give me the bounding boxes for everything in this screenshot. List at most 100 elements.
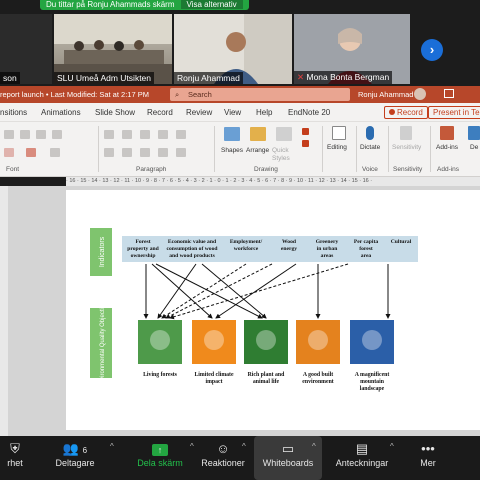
indicator-cell: Wood energy [281,239,297,252]
chevron-up-icon[interactable]: ^ [390,442,394,451]
participants-icon: 👥 [62,441,80,456]
highlight-icon[interactable] [4,148,14,157]
chevron-up-icon[interactable]: ^ [110,442,114,451]
line-spacing-icon[interactable] [158,130,168,139]
participant-name: SLU Umeå Adm Utsikten [54,72,155,84]
ribbon-divider [388,126,389,172]
ribbon-divider [322,126,323,172]
tab-animations[interactable]: Animations [41,108,81,117]
objective-symbol [150,330,170,350]
shape-outline-icon[interactable] [302,140,309,147]
video-tile[interactable]: ✕ Mona Bonta Bergman [294,14,410,84]
ribbon: Font Paragraph Shapes Arrange Quick Styl… [0,122,480,177]
tab-help[interactable]: Help [256,108,272,117]
italic-icon[interactable] [20,130,30,139]
objective-tile: A good built environment [296,320,340,385]
tab-slide-show[interactable]: Slide Show [95,108,135,117]
shapes-button[interactable]: Shapes [221,147,243,154]
more-button[interactable]: ••• Mer [408,436,448,480]
shapes-icon[interactable] [224,127,240,141]
align-center-icon[interactable] [122,148,132,157]
group-label-add-ins: Add-ins [437,166,460,173]
objective-tile: Limited climate impact [192,320,236,385]
dictate-button[interactable]: Dictate [360,144,380,151]
chevron-up-icon[interactable]: ^ [242,442,246,451]
bullets-icon[interactable] [104,130,114,139]
chevron-up-icon[interactable]: ^ [312,442,316,451]
sensitivity-button[interactable]: Sensitivity [392,144,421,151]
avatar[interactable] [414,88,426,100]
present-label: Present in Te [433,108,480,117]
designer-button[interactable]: De [470,144,478,151]
account-name[interactable]: Ronju Ahammad [358,90,413,99]
present-in-teams-button[interactable]: Present in Te [428,106,480,119]
indent-icon[interactable] [140,130,150,139]
add-ins-button[interactable]: Add-ins [436,144,458,151]
justify-icon[interactable] [158,148,168,157]
group-label-voice: Voice [362,166,378,173]
tab-review[interactable]: Review [186,108,212,117]
indicator-cell: Employment/workforce [230,239,263,252]
search-box[interactable]: ⌕ Search [170,88,350,101]
underline-icon[interactable] [36,130,46,139]
participants-icon-wrap: 👥 6 [44,436,106,458]
ribbon-display-options-icon[interactable] [444,89,454,98]
objective-label: Living forests [143,372,178,378]
shape-fill-icon[interactable] [302,128,309,135]
quick-styles-button[interactable]: Quick Styles [272,147,298,163]
quick-styles-icon[interactable] [276,127,292,141]
tab-transitions[interactable]: nsitions [0,108,27,117]
slide[interactable]: Indicators Environmental Quality Objecti… [66,190,480,430]
view-options-button[interactable]: Visa alternativ [180,0,243,9]
tab-view[interactable]: View [224,108,241,117]
arrange-button[interactable]: Arrange [246,147,269,154]
powerpoint-titlebar: report launch • Last Modified: Sat at 2:… [0,86,480,103]
group-label-paragraph: Paragraph [136,166,167,173]
tab-endnote[interactable]: EndNote 20 [288,108,330,117]
strikethrough-icon[interactable] [52,130,62,139]
align-left-icon[interactable] [104,148,114,157]
objective-symbol [362,330,382,350]
smartart-icon[interactable] [176,148,186,157]
meeting-toolbar: ⛨ rhet 👥 6 Deltagare ^ ↑ Dela skärm ^ ☺ … [0,436,480,480]
align-right-icon[interactable] [140,148,150,157]
tab-record[interactable]: Record [147,108,173,117]
video-tile[interactable]: SLU Umeå Adm Utsikten [54,14,172,84]
share-screen-button[interactable]: ↑ Dela skärm [132,436,188,480]
add-ins-icon[interactable] [440,126,454,140]
text-direction-icon[interactable] [176,130,186,139]
chevron-up-icon[interactable]: ^ [190,442,194,451]
designer-icon[interactable] [468,126,480,140]
editing-button[interactable]: Editing [327,144,347,151]
participants-button[interactable]: 👥 6 Deltagare [44,436,106,480]
next-videos-button[interactable]: › [421,39,443,61]
vertical-ruler [0,186,8,436]
record-button[interactable]: Record [384,106,428,119]
group-label-font: Font [6,166,20,173]
objective-symbol [308,330,328,350]
video-tile[interactable]: Ronju Ahammad [174,14,292,84]
reactions-button[interactable]: ☺ Reaktioner [200,436,246,480]
chevron-right-icon: › [429,42,435,57]
video-tile[interactable]: son [0,14,52,84]
notes-button[interactable]: ▤ Anteckningar [328,436,396,480]
numbering-icon[interactable] [122,130,132,139]
record-label: Record [397,108,423,117]
change-case-icon[interactable] [50,148,60,157]
reactions-label: Reaktioner [201,458,245,468]
participant-name-text: Mona Bonta Bergman [306,72,390,82]
reactions-icon: ☺ [216,441,230,456]
notes-icon: ▤ [355,441,369,456]
sensitivity-icon[interactable] [400,126,412,140]
indicator-cell: Cultural [391,239,412,245]
objective-symbol [204,330,224,350]
participants-label: Deltagare [55,458,95,468]
objective-tile: A magnificent mountain landscape [350,320,394,392]
microphone-icon[interactable] [366,126,374,140]
font-color-icon[interactable] [26,148,36,157]
share-screen-label: Dela skärm [137,458,183,468]
bold-icon[interactable] [4,130,14,139]
security-button[interactable]: ⛨ rhet [0,436,30,480]
arrange-icon[interactable] [250,127,266,141]
editing-search-icon[interactable] [332,126,346,140]
